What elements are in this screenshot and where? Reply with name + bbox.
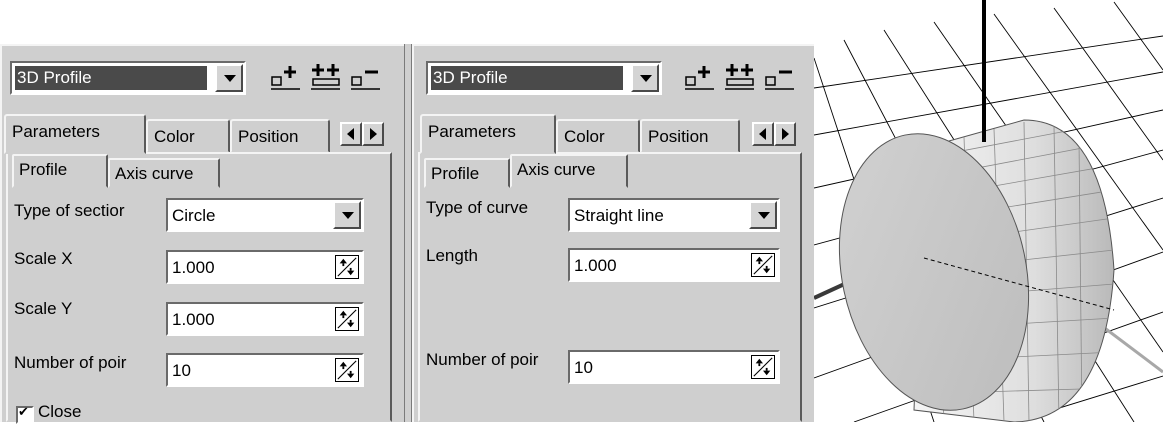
length-input[interactable]: 1.000 <box>568 248 780 282</box>
subtab-profile[interactable]: Profile <box>424 158 510 188</box>
right-properties-panel: 3D Profile Parameters Color Position Pro… <box>412 44 814 422</box>
type-of-curve-label: Type of curve <box>426 198 529 217</box>
chevron-down-icon[interactable] <box>333 201 361 229</box>
number-of-points-label: Number of poir <box>426 350 539 369</box>
number-of-points-value: 10 <box>172 361 191 380</box>
add-item-icon[interactable] <box>270 62 302 92</box>
scale-x-input[interactable]: 1.000 <box>166 250 364 284</box>
number-of-points-value: 10 <box>574 358 593 377</box>
profile-type-value: 3D Profile <box>15 66 207 90</box>
tab-color[interactable]: Color <box>556 119 640 153</box>
scale-y-label: Scale Y <box>14 299 73 318</box>
length-label: Length <box>426 246 478 265</box>
close-checkbox[interactable] <box>16 404 34 424</box>
type-of-section-select[interactable]: Circle <box>166 198 364 232</box>
add-multiple-icon[interactable] <box>310 62 342 92</box>
spinner-icon[interactable] <box>335 307 359 331</box>
profile-type-value: 3D Profile <box>431 66 623 90</box>
add-multiple-icon[interactable] <box>724 62 756 92</box>
number-of-points-label: Number of poir <box>14 353 127 372</box>
subtab-profile[interactable]: Profile <box>12 154 108 188</box>
parameters-page: Profile Axis curve Type of sectior Circl… <box>6 152 392 424</box>
spinner-icon[interactable] <box>335 255 359 279</box>
profile-type-select[interactable]: 3D Profile <box>10 61 246 95</box>
type-of-section-value: Circle <box>172 206 216 225</box>
spinner-icon[interactable] <box>751 253 775 277</box>
cylinder-3d-icon <box>814 0 1163 422</box>
remove-item-icon[interactable] <box>350 62 382 92</box>
tab-position[interactable]: Position <box>230 119 330 153</box>
number-of-points-input[interactable]: 10 <box>166 353 364 387</box>
chevron-down-icon[interactable] <box>749 201 777 229</box>
scale-x-value: 1.000 <box>172 258 215 277</box>
scale-x-label: Scale X <box>14 249 73 268</box>
subtab-axis-curve[interactable]: Axis curve <box>108 158 220 188</box>
tab-scroll-right-icon[interactable] <box>362 122 384 146</box>
remove-item-icon[interactable] <box>764 62 796 92</box>
tab-color[interactable]: Color <box>146 119 230 153</box>
scale-y-input[interactable]: 1.000 <box>166 302 364 336</box>
profile-type-select[interactable]: 3D Profile <box>426 61 662 95</box>
type-of-curve-value: Straight line <box>574 206 664 225</box>
number-of-points-input[interactable]: 10 <box>568 350 780 384</box>
3d-viewport[interactable] <box>814 0 1163 422</box>
spinner-icon[interactable] <box>751 355 775 379</box>
type-of-section-label: Type of sectior <box>14 201 125 220</box>
subtab-axis-curve[interactable]: Axis curve <box>510 154 628 188</box>
parameters-page: Profile Axis curve Type of curve Straigh… <box>418 152 802 422</box>
tab-scroll-left-icon[interactable] <box>752 122 774 146</box>
chevron-down-icon[interactable] <box>631 64 659 92</box>
spinner-icon[interactable] <box>335 358 359 382</box>
add-item-icon[interactable] <box>684 62 716 92</box>
chevron-down-icon[interactable] <box>215 64 243 92</box>
tab-parameters[interactable]: Parameters <box>420 114 556 154</box>
tab-scroll-right-icon[interactable] <box>774 122 796 146</box>
tab-scroll-left-icon[interactable] <box>340 122 362 146</box>
scale-y-value: 1.000 <box>172 310 215 329</box>
length-value: 1.000 <box>574 256 617 275</box>
type-of-curve-select[interactable]: Straight line <box>568 198 780 232</box>
left-properties-panel: 3D Profile Parameters Color Position Pro… <box>0 44 404 424</box>
tab-position[interactable]: Position <box>640 119 740 153</box>
panel-divider[interactable] <box>404 44 412 422</box>
tab-parameters[interactable]: Parameters <box>4 114 146 154</box>
close-label: Close <box>38 402 82 421</box>
